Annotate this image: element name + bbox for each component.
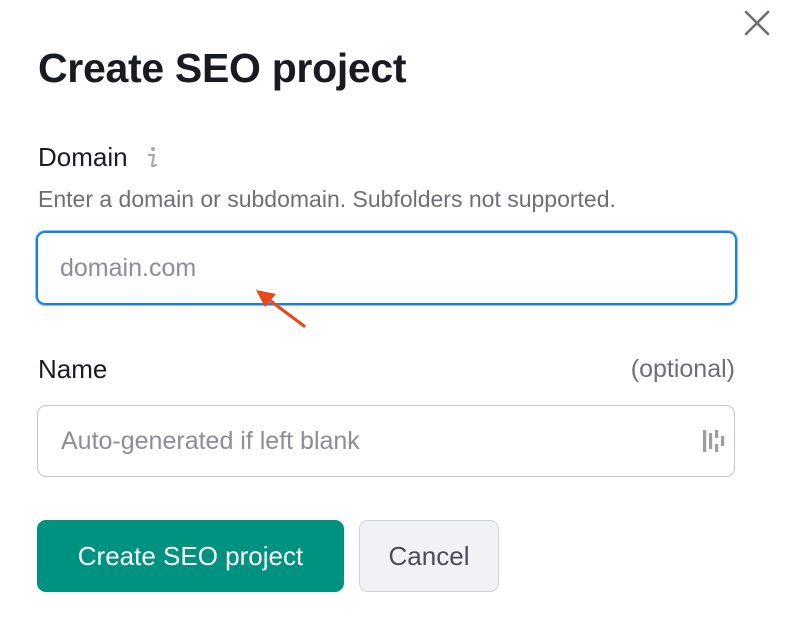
name-label: Name (38, 354, 108, 384)
dialog-title: Create SEO project (38, 45, 407, 91)
name-label-row: Name (optional) (38, 352, 735, 386)
optional-label: (optional) (630, 354, 735, 383)
password-manager-icon[interactable] (701, 428, 725, 454)
domain-hint: Enter a domain or subdomain. Subfolders … (38, 186, 616, 212)
info-icon[interactable] (144, 143, 160, 171)
cancel-button[interactable]: Cancel (359, 520, 499, 592)
close-button[interactable] (740, 6, 774, 40)
domain-label-row: Domain (38, 140, 160, 174)
create-seo-project-dialog: Create SEO project Domain Enter a domain… (0, 0, 788, 634)
annotation-arrow-icon (256, 290, 306, 328)
close-icon (744, 10, 770, 36)
name-input[interactable] (37, 405, 735, 477)
domain-label: Domain (38, 142, 128, 172)
domain-input[interactable] (36, 231, 737, 305)
name-field (37, 405, 735, 477)
create-seo-project-button[interactable]: Create SEO project (37, 520, 344, 592)
